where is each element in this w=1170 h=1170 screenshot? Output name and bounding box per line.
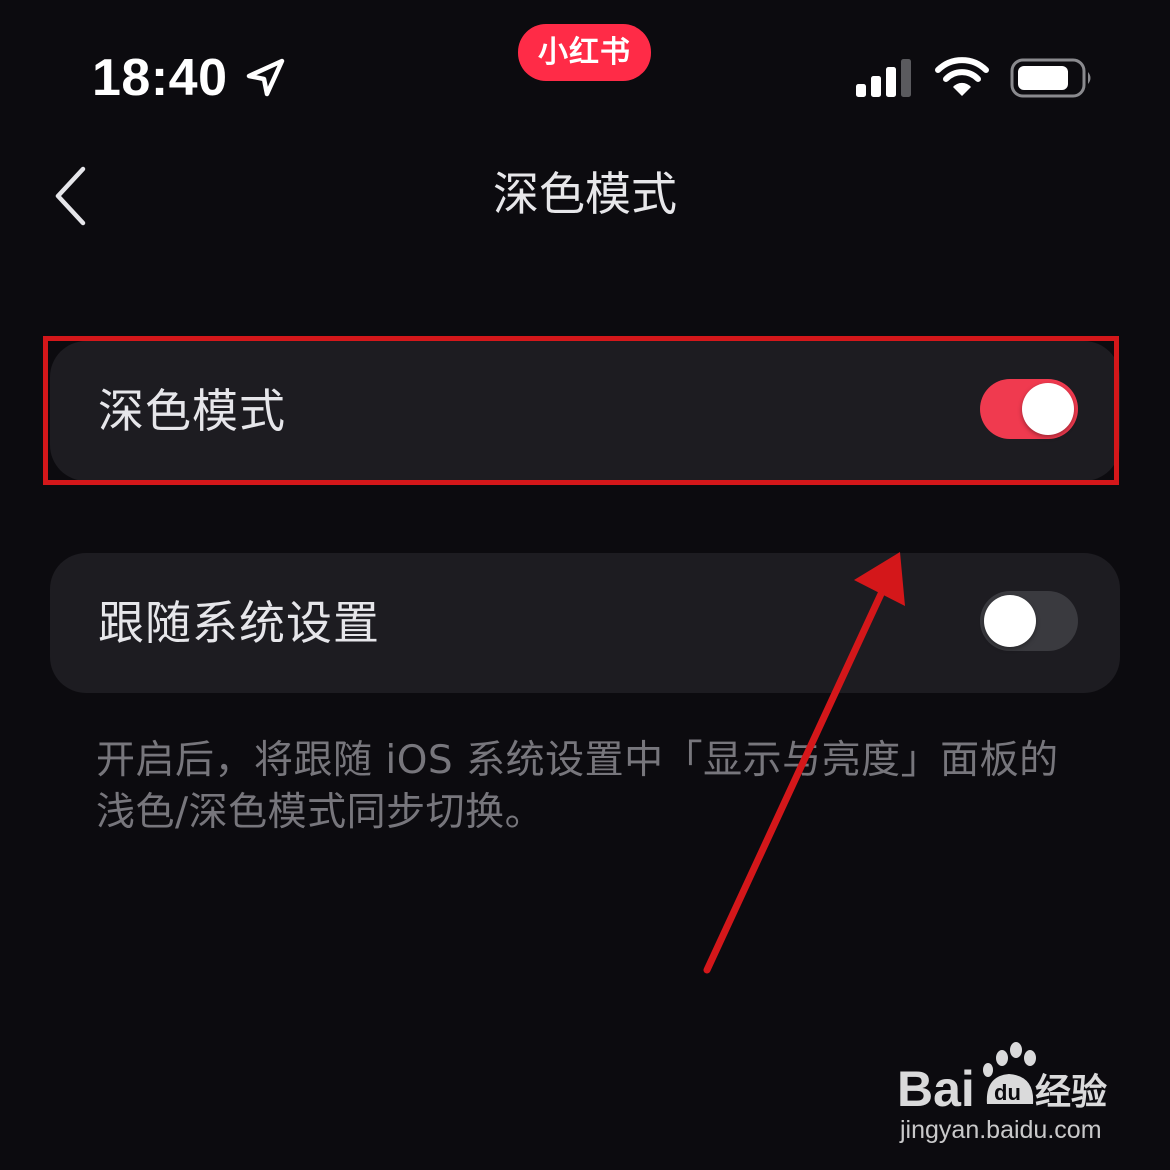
watermark-url: jingyan.baidu.com	[900, 1116, 1102, 1144]
cellular-signal-icon	[856, 59, 911, 97]
setting-label: 跟随系统设置	[98, 596, 380, 650]
svg-text:经验: 经验	[1035, 1072, 1107, 1113]
location-arrow-icon	[246, 58, 285, 97]
status-time: 18:40	[92, 49, 228, 107]
svg-text:du: du	[994, 1080, 1021, 1105]
page-title: 深色模式	[493, 167, 677, 221]
setting-row-follow-system: 跟随系统设置	[50, 553, 1120, 693]
app-badge: 小红书	[518, 24, 651, 81]
battery-icon	[1010, 58, 1091, 98]
svg-text:Bai: Bai	[897, 1061, 975, 1116]
annotation-highlight-box	[43, 336, 1119, 485]
wifi-icon	[935, 57, 989, 96]
toggle-knob	[984, 595, 1036, 647]
helper-text: 开启后，将跟随 iOS 系统设置中「显示与亮度」面板的浅色/深色模式同步切换。	[96, 738, 1059, 835]
follow-system-toggle[interactable]	[980, 591, 1078, 651]
baidu-jingyan-watermark-logo: Bai du 经验	[897, 1042, 1107, 1116]
